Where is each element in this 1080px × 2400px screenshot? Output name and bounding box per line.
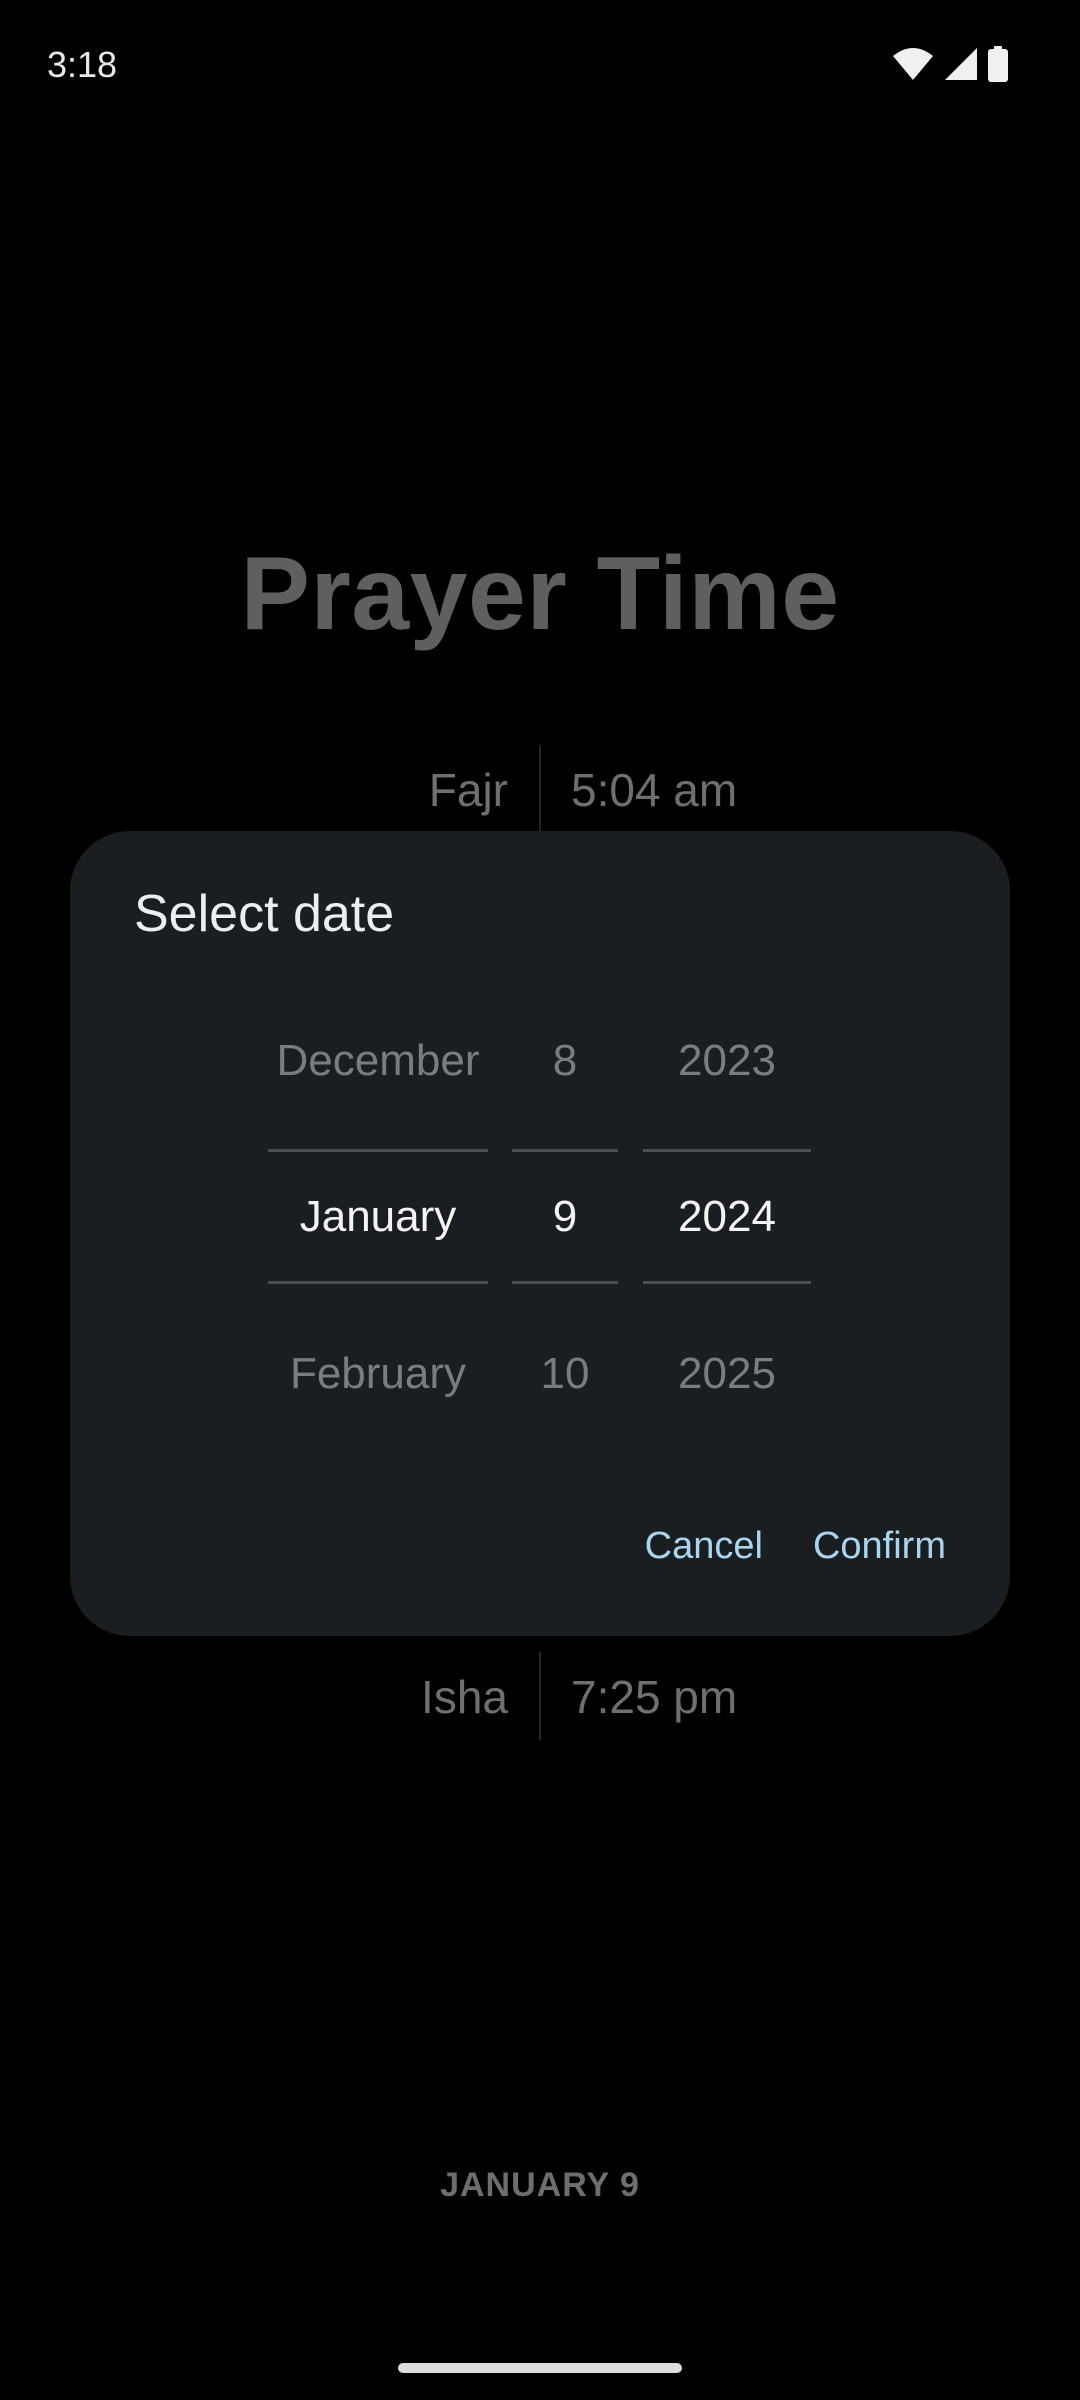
month-picker[interactable]: December January February xyxy=(268,1011,488,1431)
status-bar: 3:18 xyxy=(0,0,1080,130)
divider xyxy=(539,1652,541,1740)
prayer-row-isha: Isha 7:25 pm xyxy=(0,1652,1080,1740)
confirm-button[interactable]: Confirm xyxy=(801,1511,958,1582)
year-next[interactable]: 2025 xyxy=(643,1324,811,1424)
battery-icon xyxy=(988,46,1008,87)
divider xyxy=(539,745,541,833)
day-next[interactable]: 10 xyxy=(512,1324,618,1424)
prayer-time: 5:04 am xyxy=(571,764,738,816)
date-selector-label[interactable]: JANUARY 9 xyxy=(0,2166,1080,2205)
day-prev[interactable]: 8 xyxy=(512,1011,618,1111)
year-picker[interactable]: 2023 2024 2025 xyxy=(643,1011,811,1431)
divider xyxy=(268,1281,488,1284)
prayer-time: 7:25 pm xyxy=(571,1671,738,1723)
day-selected[interactable]: 9 xyxy=(512,1167,618,1267)
dialog-title: Select date xyxy=(134,885,395,943)
prayer-name: Fajr xyxy=(428,764,508,816)
prayer-row-fajr: Fajr 5:04 am xyxy=(0,745,1080,833)
divider xyxy=(268,1149,488,1152)
status-icons xyxy=(892,46,1008,87)
gesture-nav-handle[interactable] xyxy=(398,2363,682,2373)
year-prev[interactable]: 2023 xyxy=(643,1011,811,1111)
year-selected[interactable]: 2024 xyxy=(643,1167,811,1267)
cell-signal-icon xyxy=(944,47,978,86)
divider xyxy=(512,1281,618,1284)
day-picker[interactable]: 8 9 10 xyxy=(512,1011,618,1431)
divider xyxy=(643,1149,811,1152)
cancel-button[interactable]: Cancel xyxy=(633,1511,775,1582)
month-selected[interactable]: January xyxy=(268,1167,488,1267)
date-picker-dialog: Select date December January February 8 … xyxy=(70,831,1010,1636)
page-title: Prayer Time xyxy=(240,536,840,652)
dialog-actions: Cancel Confirm xyxy=(633,1511,958,1582)
prayer-name: Isha xyxy=(421,1671,508,1723)
status-time: 3:18 xyxy=(47,44,118,85)
month-prev[interactable]: December xyxy=(268,1011,488,1111)
divider xyxy=(512,1149,618,1152)
month-next[interactable]: February xyxy=(268,1324,488,1424)
wifi-icon xyxy=(892,47,934,86)
divider xyxy=(643,1281,811,1284)
